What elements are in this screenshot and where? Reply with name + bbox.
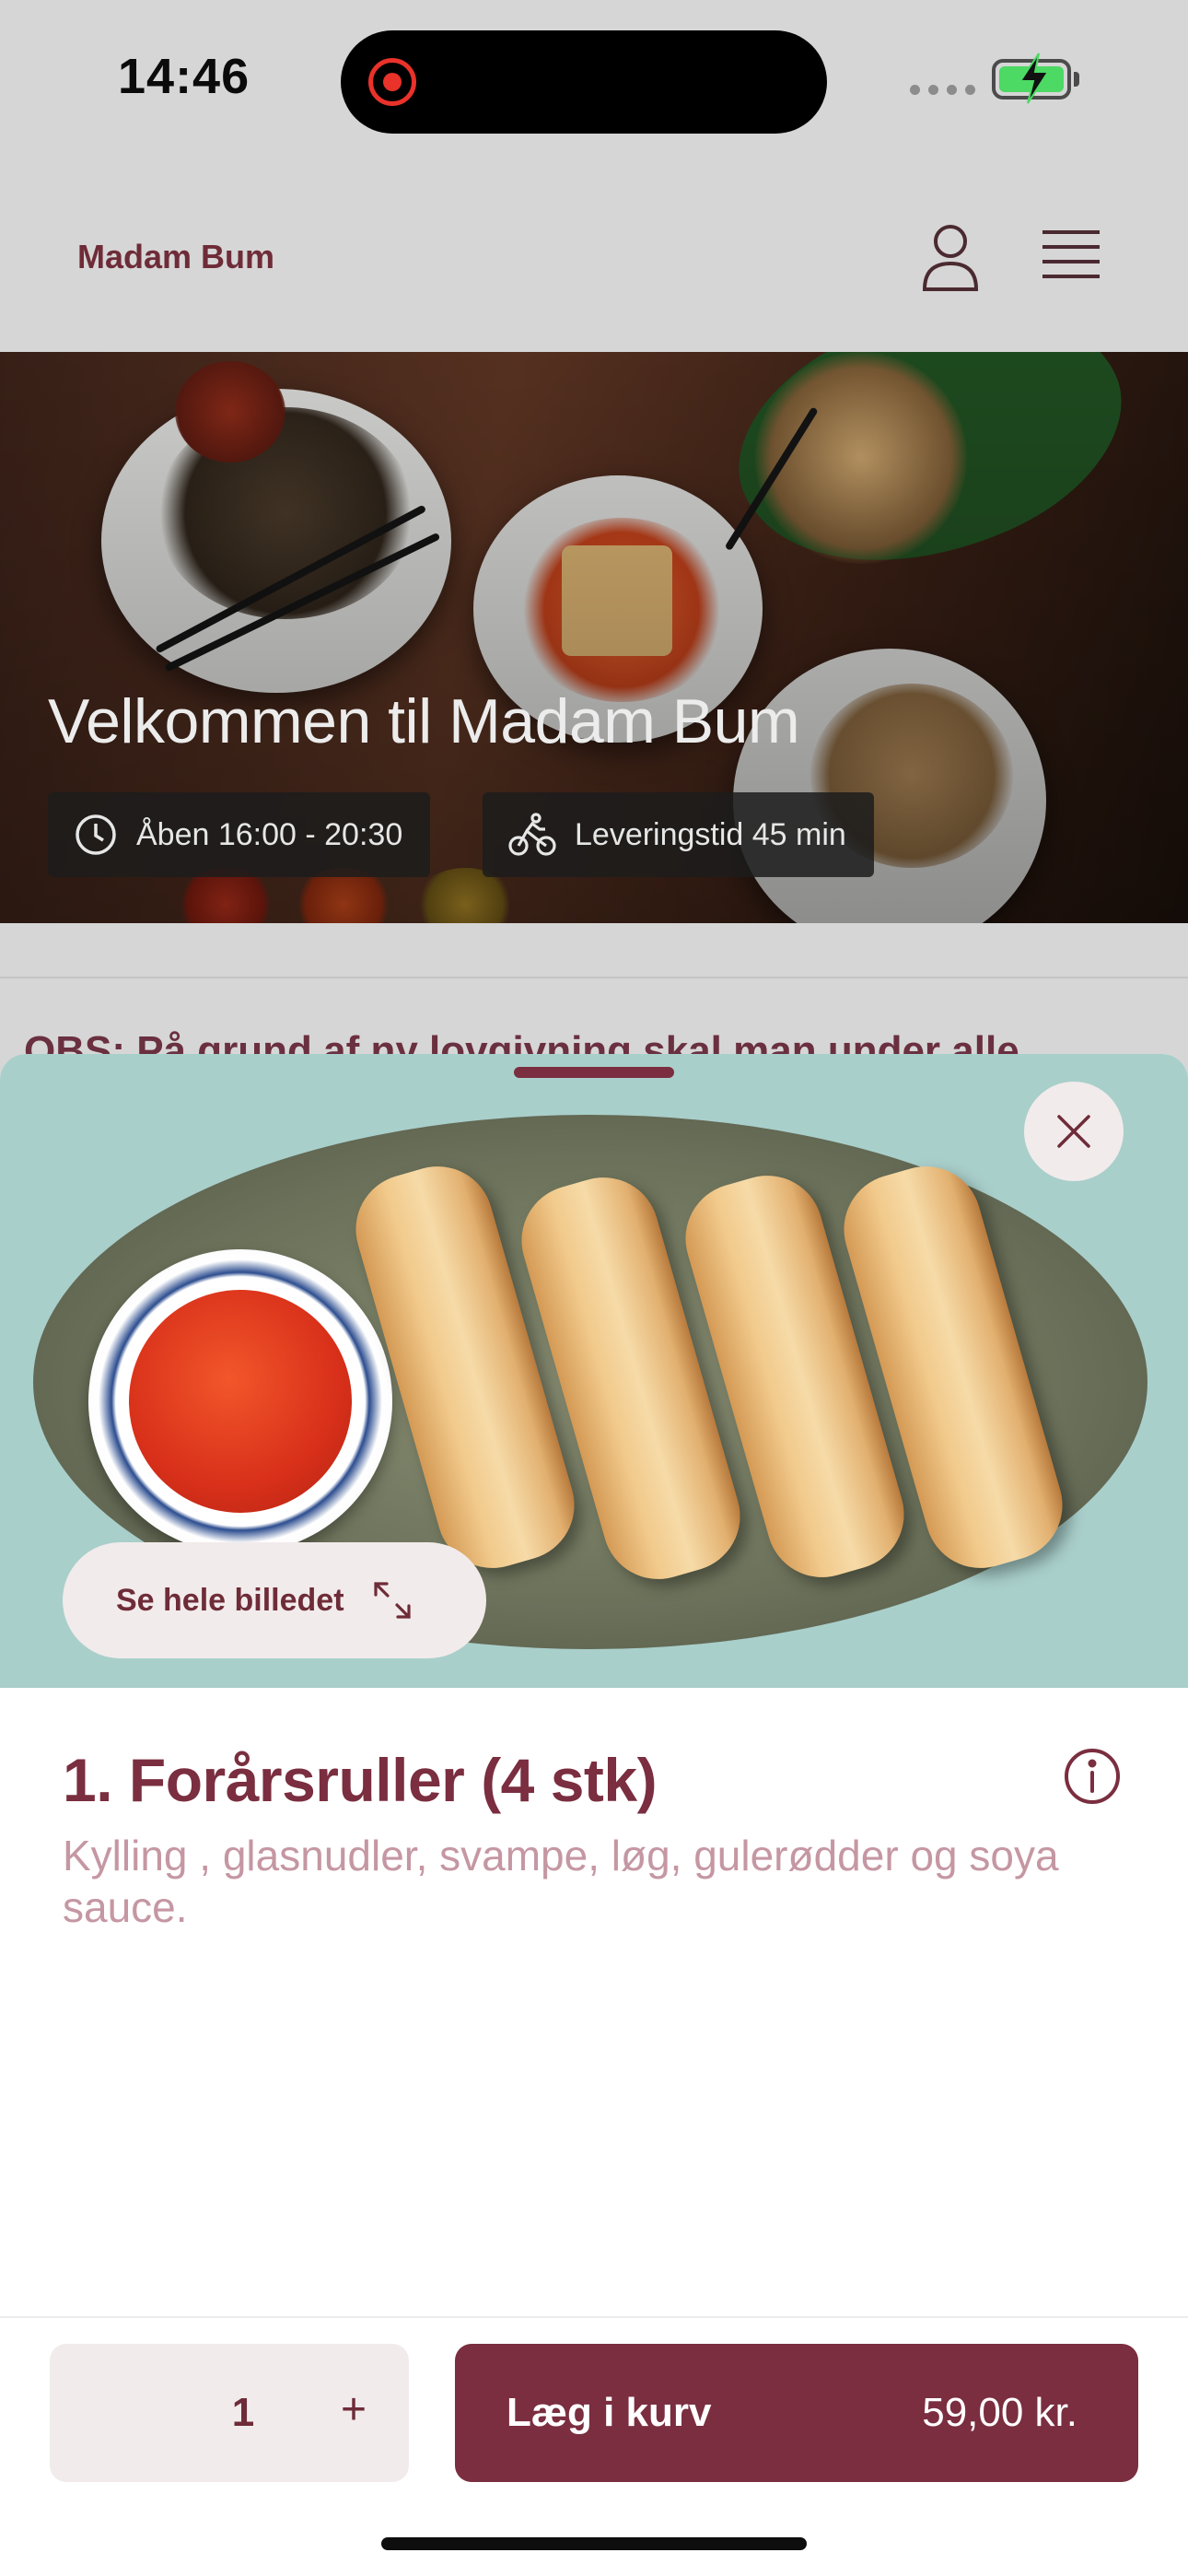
hero-banner: Velkommen til Madam Bum Åben 16:00 - 20:… bbox=[0, 352, 1188, 923]
user-account-icon[interactable] bbox=[921, 223, 980, 293]
dynamic-island bbox=[341, 30, 827, 134]
home-indicator[interactable] bbox=[381, 2537, 807, 2550]
add-to-cart-label: Læg i kurv bbox=[507, 2390, 712, 2435]
divider bbox=[0, 977, 1188, 978]
footer-divider bbox=[0, 2316, 1188, 2318]
delivery-time-text: Leveringstid 45 min bbox=[575, 816, 846, 852]
status-bar: 14:46 bbox=[0, 0, 1188, 166]
brand-logo[interactable]: Madam Bum bbox=[77, 238, 274, 276]
add-to-cart-button[interactable]: Læg i kurv 59,00 kr. bbox=[455, 2344, 1138, 2482]
product-image: Se hele billedet bbox=[0, 1054, 1188, 1688]
sheet-drag-handle[interactable] bbox=[514, 1067, 674, 1078]
clock-icon bbox=[76, 814, 116, 855]
delivery-time-badge: Leveringstid 45 min bbox=[483, 792, 874, 877]
close-icon bbox=[1057, 1115, 1090, 1148]
charging-bolt-icon bbox=[1019, 53, 1050, 104]
hamburger-menu-icon[interactable] bbox=[1041, 227, 1101, 284]
cellular-signal-icon bbox=[910, 85, 975, 95]
app-header: Madam Bum bbox=[0, 166, 1188, 352]
status-time: 14:46 bbox=[118, 49, 250, 104]
quantity-stepper: 1 + bbox=[50, 2344, 409, 2482]
sweet-chili-sauce bbox=[129, 1290, 352, 1513]
screen-recording-icon bbox=[368, 58, 416, 106]
opening-hours-badge: Åben 16:00 - 20:30 bbox=[48, 792, 431, 877]
product-title: 1. Forårsruller (4 stk) bbox=[63, 1746, 658, 1814]
expand-icon bbox=[373, 1582, 411, 1619]
product-description: Kylling , glasnudler, svampe, løg, guler… bbox=[63, 1832, 1059, 1931]
price-label: 59,00 kr. bbox=[922, 2390, 1077, 2435]
hero-title: Velkommen til Madam Bum bbox=[48, 686, 800, 756]
opening-hours-text: Åben 16:00 - 20:30 bbox=[136, 816, 403, 852]
info-icon[interactable] bbox=[1063, 1747, 1122, 1806]
quantity-value: 1 bbox=[231, 2390, 255, 2435]
product-detail-sheet: Se hele billedet 1. Forårsruller (4 stk)… bbox=[0, 1054, 1188, 2576]
close-button[interactable] bbox=[1024, 1082, 1124, 1181]
delivery-bike-icon bbox=[508, 813, 556, 856]
increment-button[interactable]: + bbox=[326, 2384, 381, 2435]
see-full-image-label: Se hele billedet bbox=[116, 1582, 344, 1618]
see-full-image-button[interactable]: Se hele billedet bbox=[63, 1542, 486, 1658]
